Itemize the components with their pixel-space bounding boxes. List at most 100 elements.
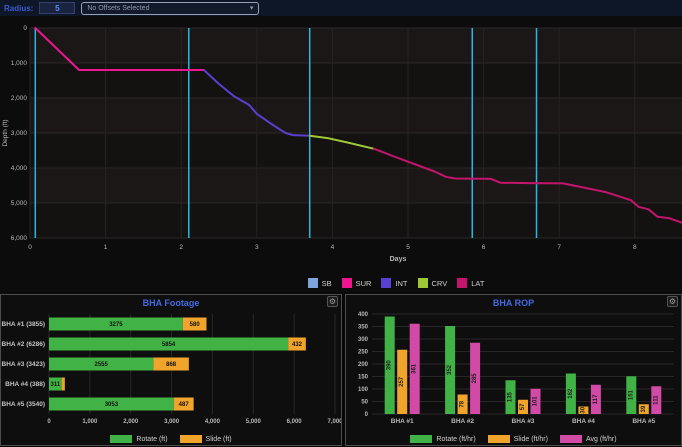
legend-item-crv: CRV (418, 278, 448, 288)
svg-text:257: 257 (399, 376, 405, 387)
svg-text:311: 311 (51, 382, 61, 388)
svg-text:2,000: 2,000 (123, 419, 139, 425)
legend-label: Rotate (ft/hr) (436, 436, 475, 443)
svg-text:6,000: 6,000 (287, 419, 303, 425)
bottom-panels: BHA Footage ⚙ 3275580BHA #1 (3855)585443… (0, 294, 682, 447)
svg-text:0: 0 (28, 244, 32, 251)
svg-text:BHA #3: BHA #3 (512, 418, 535, 425)
svg-text:487: 487 (179, 402, 190, 408)
svg-text:BHA #5 (3540): BHA #5 (3540) (2, 401, 45, 408)
svg-text:6,000: 6,000 (11, 235, 28, 242)
legend-swatch (381, 278, 391, 288)
svg-text:Depth (ft): Depth (ft) (2, 119, 9, 146)
svg-text:868: 868 (166, 362, 177, 368)
legend-label: Avg (ft/hr) (586, 436, 617, 443)
legend-item-avg-ft-hr-: Avg (ft/hr) (560, 435, 617, 443)
svg-text:5,000: 5,000 (11, 200, 28, 207)
bha-footage-plot[interactable]: 3275580BHA #1 (3855)5854432BHA #2 (6286)… (1, 310, 341, 428)
svg-text:8: 8 (633, 244, 637, 251)
svg-text:4: 4 (331, 244, 335, 251)
svg-text:3,000: 3,000 (11, 130, 28, 137)
legend-swatch (308, 278, 318, 288)
svg-text:Days: Days (390, 256, 407, 263)
svg-text:1: 1 (104, 244, 108, 251)
legend-item-lat: LAT (457, 278, 484, 288)
svg-text:3,000: 3,000 (164, 419, 180, 425)
time-depth-chart[interactable]: 01,0002,0003,0004,0005,0006,000012345678… (0, 16, 682, 292)
bha-footage-title: BHA Footage (143, 298, 200, 308)
bha-footage-legend: Rotate (ft) Slide (ft) (1, 435, 341, 443)
svg-text:117: 117 (593, 394, 599, 404)
legend-item-slide-ft-: Slide (ft) (180, 435, 232, 443)
legend-swatch (180, 435, 202, 443)
bha-rop-plot[interactable]: 050100150200250300350400390257361BHA #13… (346, 310, 680, 428)
legend-item-slide-ft-hr-: Slide (ft/hr) (488, 435, 548, 443)
chevron-down-icon: ▾ (250, 4, 254, 12)
legend-swatch (457, 278, 467, 288)
svg-text:300: 300 (358, 337, 369, 343)
svg-text:580: 580 (190, 322, 201, 328)
legend-swatch (488, 435, 510, 443)
legend-swatch (410, 435, 432, 443)
legend-label: SUR (356, 279, 372, 288)
svg-text:50: 50 (361, 400, 368, 406)
svg-text:4,000: 4,000 (205, 419, 221, 425)
bha-rop-header: BHA ROP ⚙ (346, 295, 681, 310)
bha-footage-header: BHA Footage ⚙ (1, 295, 341, 310)
svg-text:BHA #2: BHA #2 (451, 418, 474, 425)
svg-text:162: 162 (568, 388, 574, 399)
svg-text:350: 350 (358, 325, 369, 331)
svg-text:0: 0 (365, 412, 369, 418)
legend-item-rotate-ft-: Rotate (ft) (110, 435, 167, 443)
svg-text:1,000: 1,000 (82, 419, 98, 425)
legend-label: Rotate (ft) (136, 436, 167, 443)
svg-text:2,000: 2,000 (11, 95, 28, 102)
svg-text:57: 57 (520, 403, 526, 410)
bha-rop-panel: BHA ROP ⚙ 050100150200250300350400390257… (345, 294, 682, 446)
legend-swatch (342, 278, 352, 288)
svg-text:135: 135 (508, 391, 514, 402)
radius-input[interactable]: 5 (39, 2, 75, 14)
gear-icon[interactable]: ⚙ (327, 296, 338, 307)
drilling-dashboard: Radius: 5 No Offsets Selected ▾ 01,0002,… (0, 0, 682, 447)
legend-item-sb: SB (308, 278, 332, 288)
gear-icon[interactable]: ⚙ (667, 296, 678, 307)
bha-footage-panel: BHA Footage ⚙ 3275580BHA #1 (3855)585443… (0, 294, 342, 446)
svg-text:7,000: 7,000 (327, 419, 341, 425)
main-chart-legend: SB SUR INT CRV LAT (0, 278, 682, 288)
svg-text:1,000: 1,000 (11, 60, 28, 67)
svg-text:30: 30 (580, 406, 586, 413)
offsets-dropdown-value: No Offsets Selected (87, 5, 149, 12)
svg-text:361: 361 (412, 363, 418, 374)
time-depth-plot[interactable]: 01,0002,0003,0004,0005,0006,000012345678… (0, 16, 682, 268)
legend-label: Slide (ft) (206, 436, 232, 443)
svg-text:6: 6 (482, 244, 486, 251)
legend-label: INT (395, 279, 407, 288)
legend-item-rotate-ft-hr-: Rotate (ft/hr) (410, 435, 475, 443)
svg-text:BHA #3 (3423): BHA #3 (3423) (2, 361, 45, 368)
svg-text:5854: 5854 (162, 342, 176, 348)
offsets-dropdown[interactable]: No Offsets Selected ▾ (81, 2, 259, 15)
legend-label: Slide (ft/hr) (514, 436, 548, 443)
svg-text:4,000: 4,000 (11, 165, 28, 172)
svg-text:200: 200 (358, 362, 369, 368)
bha-rop-legend: Rotate (ft/hr) Slide (ft/hr) Avg (ft/hr) (346, 435, 681, 443)
legend-label: SB (322, 279, 332, 288)
svg-text:2555: 2555 (95, 362, 109, 368)
svg-text:151: 151 (628, 389, 634, 400)
legend-item-int: INT (381, 278, 407, 288)
svg-text:BHA #1: BHA #1 (391, 418, 414, 425)
legend-item-sur: SUR (342, 278, 372, 288)
svg-text:3053: 3053 (105, 402, 119, 408)
svg-text:111: 111 (653, 395, 659, 405)
svg-text:400: 400 (358, 312, 369, 318)
svg-text:3: 3 (255, 244, 259, 251)
svg-text:352: 352 (447, 364, 453, 375)
svg-text:5: 5 (406, 244, 410, 251)
svg-text:BHA #5: BHA #5 (632, 418, 655, 425)
svg-text:5,000: 5,000 (246, 419, 262, 425)
svg-text:39: 39 (641, 405, 647, 412)
svg-text:390: 390 (387, 360, 393, 371)
legend-swatch (560, 435, 582, 443)
bha-rop-title: BHA ROP (493, 298, 534, 308)
